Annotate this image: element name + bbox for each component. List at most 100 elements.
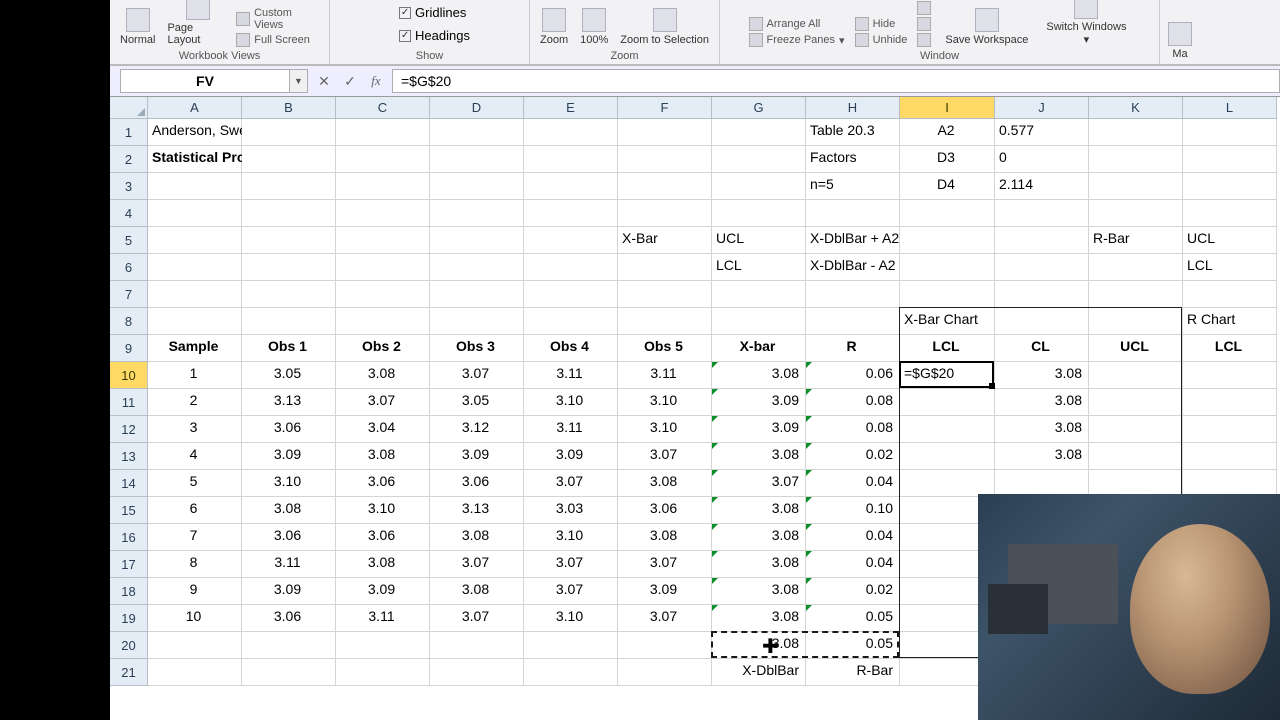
cell[interactable] [900,389,995,416]
cell[interactable] [618,254,712,281]
cell[interactable]: 3.12 [430,416,524,443]
cell[interactable]: R-Bar [1089,227,1183,254]
cell[interactable] [995,470,1089,497]
cell[interactable]: Sample [148,335,242,362]
cell[interactable]: 3.07 [618,605,712,632]
cell[interactable] [618,632,712,659]
cell[interactable] [524,227,618,254]
cell[interactable]: 3.11 [524,362,618,389]
row-header-7[interactable]: 7 [110,281,148,308]
cell[interactable]: 0.577 [995,119,1089,146]
cell[interactable]: 3.08 [995,362,1089,389]
cell[interactable] [900,254,995,281]
cell[interactable]: LCL [1183,254,1277,281]
cell[interactable]: 1 [148,362,242,389]
cell[interactable] [148,281,242,308]
custom-views-button[interactable]: Custom Views [236,6,323,32]
cell[interactable]: 3.06 [336,524,430,551]
normal-view-button[interactable]: Normal [116,6,159,48]
cell[interactable]: 0.02 [806,443,900,470]
cell[interactable]: R [806,335,900,362]
cell[interactable]: 3.08 [336,443,430,470]
cell[interactable] [806,308,900,335]
cell[interactable]: 3.08 [995,443,1089,470]
cell[interactable]: 3.08 [618,470,712,497]
cell[interactable] [336,308,430,335]
cell[interactable] [1089,200,1183,227]
save-workspace-button[interactable]: Save Workspace [941,6,1032,48]
row-header-5[interactable]: 5 [110,227,148,254]
cell[interactable]: X-DblBar - A2 * R-Bar [806,254,900,281]
cell[interactable] [524,308,618,335]
row-header-20[interactable]: 20 [110,632,148,659]
cell[interactable]: 3.05 [430,389,524,416]
cell[interactable] [712,119,806,146]
reset-pos-button[interactable] [917,32,931,48]
cell[interactable]: 3.08 [336,551,430,578]
col-header-L[interactable]: L [1183,97,1277,119]
cell[interactable]: 3.08 [995,389,1089,416]
row-header-12[interactable]: 12 [110,416,148,443]
cell[interactable]: 10 [148,605,242,632]
cell[interactable]: 3.07 [524,551,618,578]
cell[interactable]: 3.07 [430,362,524,389]
col-header-E[interactable]: E [524,97,618,119]
cell[interactable] [148,200,242,227]
cell[interactable]: 3.08 [712,443,806,470]
cell[interactable] [1089,416,1183,443]
cell[interactable] [1183,146,1277,173]
cell[interactable]: LCL [900,335,995,362]
cell[interactable]: 3.10 [524,605,618,632]
freeze-panes-button[interactable]: Freeze Panes ▾ [749,32,845,48]
cell[interactable] [1089,308,1183,335]
cell[interactable] [1183,416,1277,443]
cell[interactable] [806,200,900,227]
cell[interactable]: 3.11 [618,362,712,389]
row-header-8[interactable]: 8 [110,308,148,335]
cell[interactable]: 3.07 [430,605,524,632]
cell[interactable] [1183,470,1277,497]
cell[interactable]: 3.10 [618,389,712,416]
cell[interactable] [336,200,430,227]
col-header-A[interactable]: A [148,97,242,119]
row-header-2[interactable]: 2 [110,146,148,173]
cell[interactable]: 0.08 [806,389,900,416]
cell[interactable] [242,146,336,173]
cell[interactable]: 3.09 [712,389,806,416]
cell[interactable]: 3.07 [618,551,712,578]
cell[interactable]: 3.10 [336,497,430,524]
cell[interactable] [1089,362,1183,389]
sync-scroll-button[interactable] [917,16,931,32]
row-header-3[interactable]: 3 [110,173,148,200]
cell[interactable] [148,308,242,335]
cell[interactable] [995,227,1089,254]
cell[interactable] [712,146,806,173]
cell[interactable] [242,200,336,227]
cell[interactable]: 3.06 [430,470,524,497]
cell[interactable] [148,254,242,281]
cell[interactable] [1183,443,1277,470]
row-header-14[interactable]: 14 [110,470,148,497]
cell[interactable] [430,254,524,281]
cell[interactable] [242,254,336,281]
cell[interactable] [242,632,336,659]
cell[interactable] [336,632,430,659]
headings-checkbox[interactable]: Headings [399,27,470,44]
cell[interactable]: X-DblBar + A2 * R-Bar [806,227,900,254]
cell[interactable] [524,281,618,308]
row-header-17[interactable]: 17 [110,551,148,578]
cell[interactable] [712,308,806,335]
cell[interactable]: 5 [148,470,242,497]
cell[interactable] [336,173,430,200]
cell[interactable]: Obs 2 [336,335,430,362]
col-header-K[interactable]: K [1089,97,1183,119]
cell[interactable]: 3.10 [524,389,618,416]
cell[interactable]: R Chart [1183,308,1277,335]
cell[interactable] [618,308,712,335]
cell[interactable]: 3.08 [712,362,806,389]
cell[interactable] [618,659,712,686]
col-header-B[interactable]: B [242,97,336,119]
cell[interactable]: X-bar [712,335,806,362]
cell[interactable]: 3.09 [336,578,430,605]
cell[interactable]: 3.09 [524,443,618,470]
